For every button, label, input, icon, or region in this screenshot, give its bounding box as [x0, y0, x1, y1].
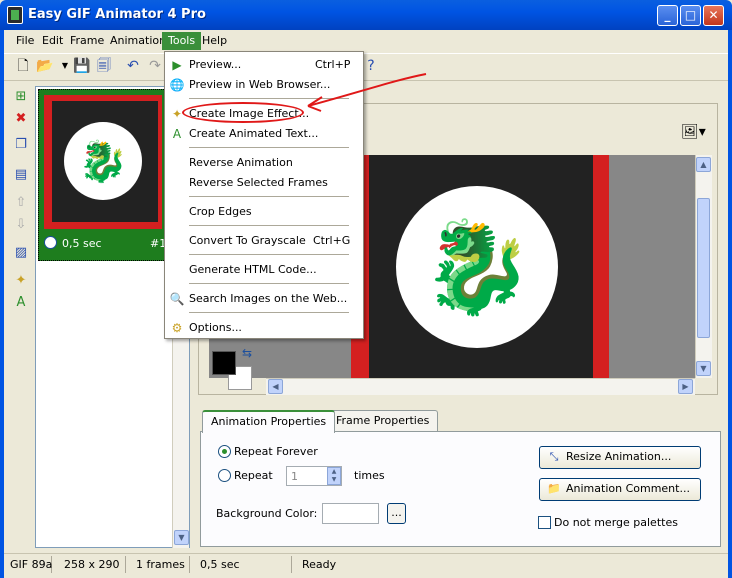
text-icon[interactable]: A — [12, 294, 30, 312]
window-border-right — [728, 30, 732, 578]
close-button[interactable]: ✕ — [703, 5, 724, 26]
repeat-forever-label: Repeat Forever — [234, 445, 318, 458]
save-icon[interactable]: 💾 — [73, 57, 91, 75]
status-format: GIF 89a — [6, 556, 52, 573]
resize-animation-button[interactable]: ⤡ Resize Animation... — [539, 446, 701, 469]
repeat-count-stepper[interactable]: ▲ ▼ — [327, 467, 341, 485]
image-red-border-right — [593, 155, 609, 378]
open-folder-icon[interactable]: 📂 — [36, 57, 54, 75]
menu-item-reverse-selected-frames[interactable]: Reverse Selected Frames — [189, 174, 328, 192]
repeat-label: Repeat — [234, 469, 273, 482]
vertical-scroll-thumb[interactable] — [697, 198, 710, 338]
resize-animation-label: Resize Animation... — [566, 450, 672, 463]
tab-animation-properties[interactable]: Animation Properties — [202, 410, 336, 433]
redo-icon[interactable]: ↷ — [146, 57, 164, 75]
search-web-icon: 🔍 — [169, 292, 185, 306]
menu-separator — [189, 283, 349, 284]
frame-delay: 0,5 sec — [62, 237, 102, 250]
duplicate-frame-icon[interactable]: ❐ — [12, 136, 30, 154]
move-up-icon[interactable]: ⇧ — [12, 194, 30, 212]
move-down-icon[interactable]: ⇩ — [12, 216, 30, 234]
resize-icon: ⤡ — [549, 450, 559, 463]
folder-icon: 📁 — [547, 482, 561, 495]
window-title: Easy GIF Animator 4 Pro — [28, 7, 206, 22]
new-file-icon[interactable]: 🗋 — [14, 57, 32, 75]
merge-palettes-label: Do not merge palettes — [554, 516, 678, 529]
menu-separator — [189, 254, 349, 255]
dragon-logo-thumb: 🐉 — [64, 122, 142, 200]
scroll-up-button[interactable]: ▲ — [696, 157, 711, 172]
clock-icon — [44, 236, 57, 249]
menu-separator — [189, 225, 349, 226]
image-icon[interactable]: ▨ — [12, 244, 30, 262]
menu-item-create-animated-text[interactable]: Create Animated Text... — [189, 125, 318, 143]
scroll-left-button[interactable]: ◀ — [268, 379, 283, 394]
text-icon: A — [172, 127, 182, 141]
options-icon: ⚙ — [171, 321, 183, 335]
menu-item-reverse-animation[interactable]: Reverse Animation — [189, 154, 293, 172]
background-color-label: Background Color: — [216, 507, 318, 520]
maximize-button[interactable]: □ — [680, 5, 701, 26]
shortcut-grayscale: Ctrl+G — [313, 234, 351, 247]
background-color-field[interactable] — [322, 503, 379, 524]
menu-item-preview[interactable]: Preview... — [189, 56, 241, 74]
dropdown-arrow-icon[interactable]: ▼ — [56, 57, 74, 75]
scroll-right-button[interactable]: ▶ — [678, 379, 693, 394]
background-color-browse-button[interactable]: ... — [387, 503, 406, 524]
scroll-down-button[interactable]: ▼ — [696, 361, 711, 376]
save-all-icon[interactable]: 🗐 — [95, 57, 113, 75]
status-duration: 0,5 sec — [196, 556, 292, 573]
merge-palettes-checkbox[interactable] — [538, 516, 551, 529]
repeat-forever-radio[interactable] — [218, 445, 231, 458]
tab-frame-properties[interactable]: Frame Properties — [327, 410, 439, 432]
status-text: Ready — [302, 558, 337, 571]
window-border-left — [0, 30, 4, 578]
title-bar[interactable]: Easy GIF Animator 4 Pro — [0, 0, 732, 30]
insert-frame-icon[interactable]: ▤ — [12, 166, 30, 184]
browser-icon: 🌐 — [169, 78, 185, 92]
canvas-horizontal-scrollbar[interactable] — [266, 378, 695, 395]
repeat-radio[interactable] — [218, 469, 231, 482]
annotation-highlight-oval — [182, 102, 304, 123]
menu-separator — [189, 196, 349, 197]
preview-icon: ▶ — [172, 58, 182, 72]
delete-frame-icon[interactable]: ✖ — [12, 110, 30, 128]
zoom-tool-icon[interactable]: 🖼▾ — [681, 124, 706, 140]
foreground-color-swatch[interactable] — [212, 351, 236, 375]
animation-comment-label: Animation Comment... — [566, 482, 690, 495]
menu-item-options[interactable]: Options... — [189, 319, 242, 337]
menu-separator — [189, 147, 349, 148]
swap-colors-icon[interactable]: ⇆ — [242, 346, 252, 360]
menu-item-generate-html[interactable]: Generate HTML Code... — [189, 261, 317, 279]
magic-wand-icon[interactable]: ✦ — [12, 272, 30, 290]
minimize-button[interactable]: _ — [657, 5, 678, 26]
menu-item-convert-grayscale[interactable]: Convert To Grayscale — [189, 232, 306, 250]
menu-help[interactable]: Help — [196, 32, 233, 50]
frames-scroll-down-button[interactable]: ▼ — [174, 530, 189, 545]
status-frames: 1 frames — [132, 556, 190, 573]
animation-comment-button[interactable]: 📁 Animation Comment... — [539, 478, 701, 501]
status-size: 258 x 290 — [60, 556, 126, 573]
annotation-arrow — [307, 73, 427, 112]
times-label: times — [354, 469, 385, 482]
app-icon — [7, 6, 23, 24]
add-frame-icon[interactable]: ⊞ — [12, 88, 30, 106]
menu-item-crop-edges[interactable]: Crop Edges — [189, 203, 252, 221]
undo-icon[interactable]: ↶ — [124, 57, 142, 75]
dragon-logo-image: 🐉 — [396, 186, 558, 348]
menu-item-search-images[interactable]: Search Images on the Web... — [189, 290, 347, 308]
menu-separator — [189, 312, 349, 313]
